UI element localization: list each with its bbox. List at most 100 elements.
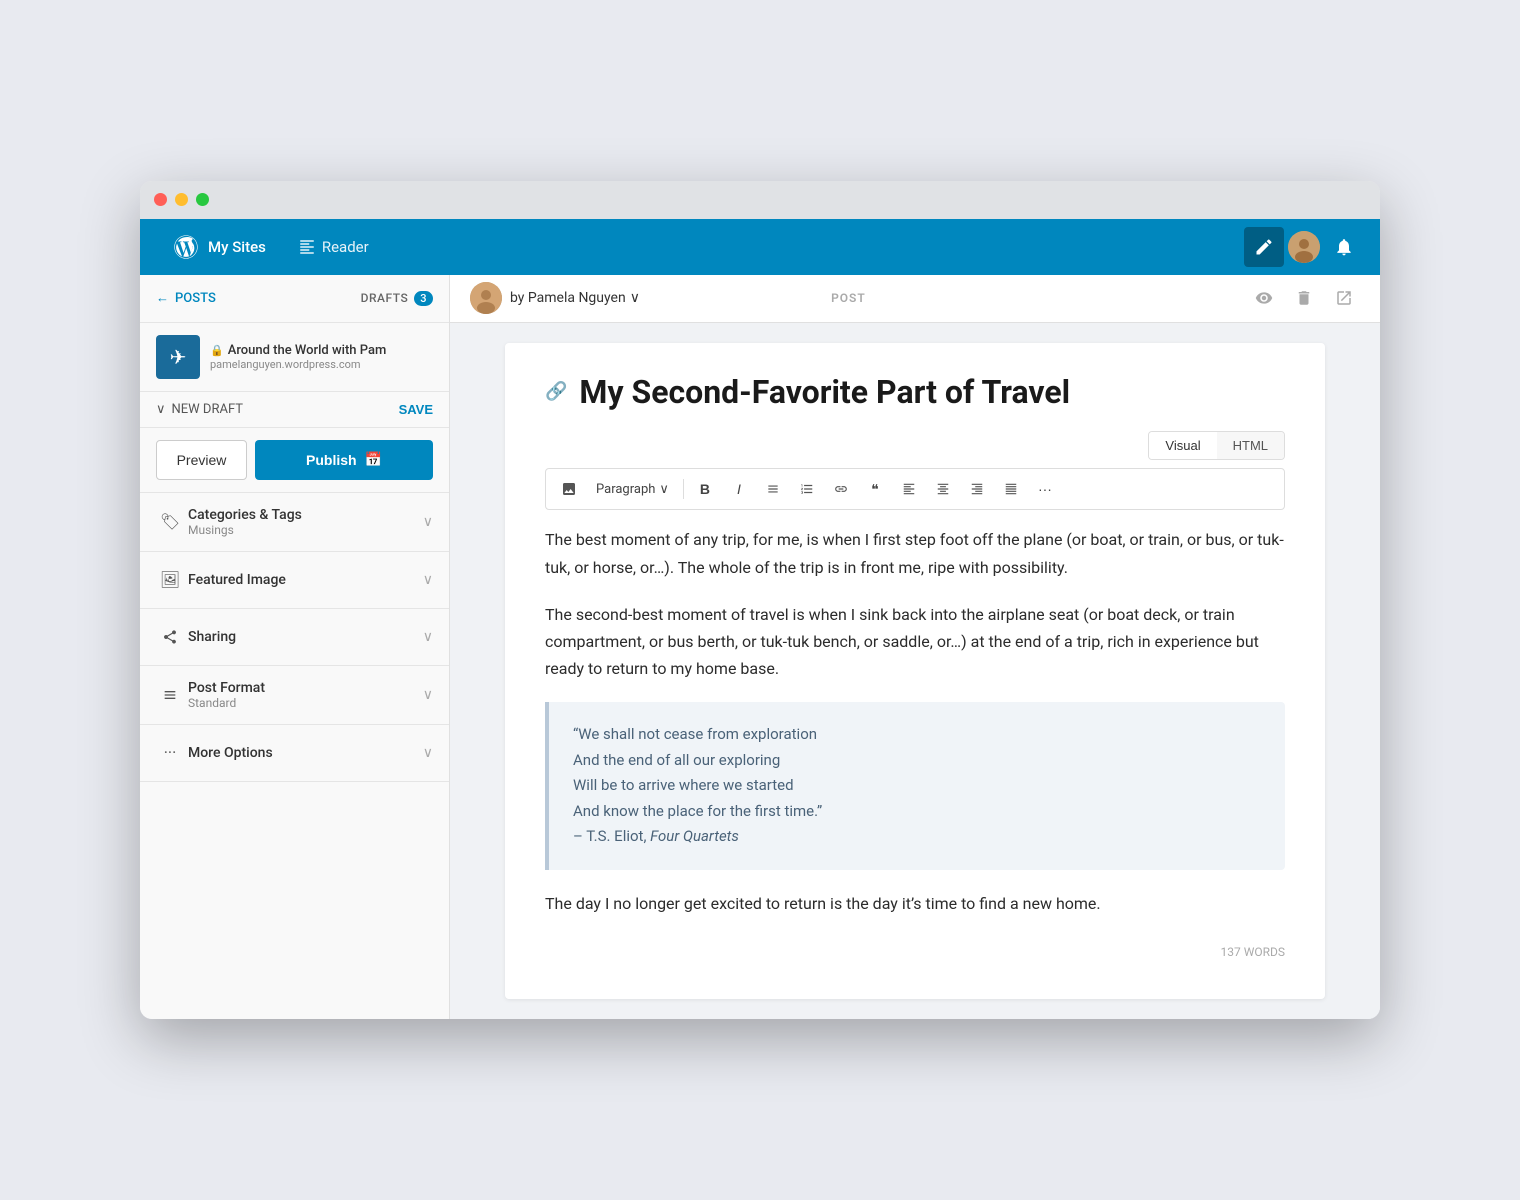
image-toolbar-icon (561, 481, 577, 497)
post-body[interactable]: The best moment of any trip, for me, is … (545, 526, 1285, 917)
justify-button[interactable] (996, 475, 1026, 503)
sidebar-header: ← POSTS DRAFTS 3 (140, 275, 449, 323)
tab-visual[interactable]: Visual (1149, 432, 1216, 459)
back-to-posts[interactable]: ← POSTS (156, 290, 216, 306)
sidebar-post-format[interactable]: Post Format Standard ∨ (140, 666, 449, 725)
more-options-text: More Options (188, 745, 423, 761)
user-avatar[interactable] (1288, 231, 1320, 263)
paragraph-chevron: ∨ (659, 482, 669, 497)
featured-image-title: Featured Image (188, 572, 423, 588)
close-dot[interactable] (154, 193, 167, 206)
content-header: by Pamela Nguyen ∨ POST (450, 275, 1380, 323)
preview-button[interactable]: Preview (156, 440, 247, 480)
sidebar-sharing[interactable]: Sharing ∨ (140, 609, 449, 666)
navbar: My Sites Reader (140, 219, 1380, 275)
chevron-icon-4: ∨ (423, 745, 433, 761)
author-text: by Pamela Nguyen ∨ (510, 290, 640, 306)
more-icon: ··· (156, 739, 184, 767)
sharing-title: Sharing (188, 629, 423, 645)
nav-reader-label: Reader (322, 238, 369, 256)
paragraph-select[interactable]: Paragraph ∨ (588, 478, 677, 501)
avatar-image (1288, 231, 1320, 263)
insert-media-button[interactable] (554, 475, 584, 503)
new-draft-bar: ∨ NEW DRAFT SAVE (140, 392, 449, 428)
nav-right-actions (1244, 227, 1364, 267)
more-toolbar-button[interactable]: ··· (1030, 475, 1060, 503)
write-button[interactable] (1244, 227, 1284, 267)
blockquote-button[interactable]: ❝ (860, 475, 890, 503)
blockquote-line-3: Will be to arrive where we started (573, 776, 794, 794)
wordpress-logo (172, 233, 200, 261)
toolbar-divider-1 (683, 479, 684, 499)
write-icon (1254, 237, 1274, 257)
share-icon (156, 623, 184, 651)
align-center-button[interactable] (928, 475, 958, 503)
post-format-text: Post Format Standard (188, 680, 423, 710)
italic-button[interactable]: I (724, 475, 754, 503)
notifications-button[interactable] (1324, 227, 1364, 267)
share-svg (162, 629, 178, 645)
align-right-button[interactable] (962, 475, 992, 503)
body-paragraph-2: The second-best moment of travel is when… (545, 601, 1285, 683)
featured-image-text: Featured Image (188, 572, 423, 588)
site-details: 🔒 Around the World with Pam pamelanguyen… (210, 343, 386, 371)
align-left-button[interactable] (894, 475, 924, 503)
format-icon (156, 681, 184, 709)
blockquote-line-4: And know the place for the first time.” (573, 802, 822, 820)
site-url: pamelanguyen.wordpress.com (210, 358, 386, 371)
sharing-text: Sharing (188, 629, 423, 645)
chevron-icon-2: ∨ (423, 629, 433, 645)
unordered-list-button[interactable] (758, 475, 788, 503)
trash-button[interactable] (1288, 282, 1320, 314)
tag-icon: 🏷 (156, 508, 184, 536)
external-link-icon (1335, 289, 1353, 307)
justify-icon (1004, 482, 1018, 496)
blockquote: “We shall not cease from exploration And… (545, 702, 1285, 870)
link-button[interactable] (826, 475, 856, 503)
post-format-subtitle: Standard (188, 696, 423, 710)
author-avatar-img (470, 282, 502, 314)
editor-area[interactable]: 🔗 My Second-Favorite Part of Travel Visu… (450, 323, 1380, 1019)
editor-card: 🔗 My Second-Favorite Part of Travel Visu… (505, 343, 1325, 999)
link-toolbar-icon (834, 482, 848, 496)
chevron-down-icon: ∨ (156, 402, 166, 417)
maximize-dot[interactable] (196, 193, 209, 206)
author-avatar (470, 282, 502, 314)
post-format-title: Post Format (188, 680, 423, 696)
drafts-count: 3 (414, 291, 433, 306)
preview-eye-button[interactable] (1248, 282, 1280, 314)
main-layout: ← POSTS DRAFTS 3 ✈ 🔒 Around the World wi… (140, 275, 1380, 1019)
chevron-icon-3: ∨ (423, 687, 433, 703)
drafts-badge[interactable]: DRAFTS 3 (361, 291, 433, 306)
nav-mysites-label: My Sites (208, 238, 266, 256)
minimize-dot[interactable] (175, 193, 188, 206)
editor-toolbar: Paragraph ∨ B I (545, 468, 1285, 510)
blockquote-line-2: And the end of all our exploring (573, 751, 780, 769)
header-actions (1248, 282, 1360, 314)
save-button[interactable]: SAVE (399, 402, 433, 417)
author-dropdown-icon[interactable]: ∨ (630, 290, 640, 306)
publish-label: Publish (306, 452, 357, 468)
categories-tags-subtitle: Musings (188, 523, 423, 537)
nav-mysites[interactable]: My Sites (156, 233, 282, 261)
editor-tabs: Visual HTML (1148, 431, 1285, 460)
more-options-title: More Options (188, 745, 423, 761)
external-link-button[interactable] (1328, 282, 1360, 314)
drafts-label: DRAFTS (361, 291, 409, 305)
sidebar-more-options[interactable]: ··· More Options ∨ (140, 725, 449, 782)
sidebar-featured-image[interactable]: 🖼 Featured Image ∨ (140, 552, 449, 609)
content-area: by Pamela Nguyen ∨ POST (450, 275, 1380, 1019)
tab-html[interactable]: HTML (1217, 432, 1284, 459)
bold-button[interactable]: B (690, 475, 720, 503)
ordered-list-button[interactable] (792, 475, 822, 503)
word-count: 137 WORDS (545, 937, 1285, 959)
author-info: by Pamela Nguyen ∨ (470, 282, 640, 314)
paragraph-label: Paragraph (596, 482, 655, 497)
sidebar-categories-tags[interactable]: 🏷 Categories & Tags Musings ∨ (140, 493, 449, 552)
post-type-label: POST (831, 291, 866, 305)
align-center-icon (936, 482, 950, 496)
publish-button[interactable]: Publish 📅 (255, 440, 433, 480)
nav-reader[interactable]: Reader (282, 219, 385, 275)
calendar-icon: 📅 (365, 451, 382, 468)
post-title[interactable]: My Second-Favorite Part of Travel (579, 373, 1070, 411)
